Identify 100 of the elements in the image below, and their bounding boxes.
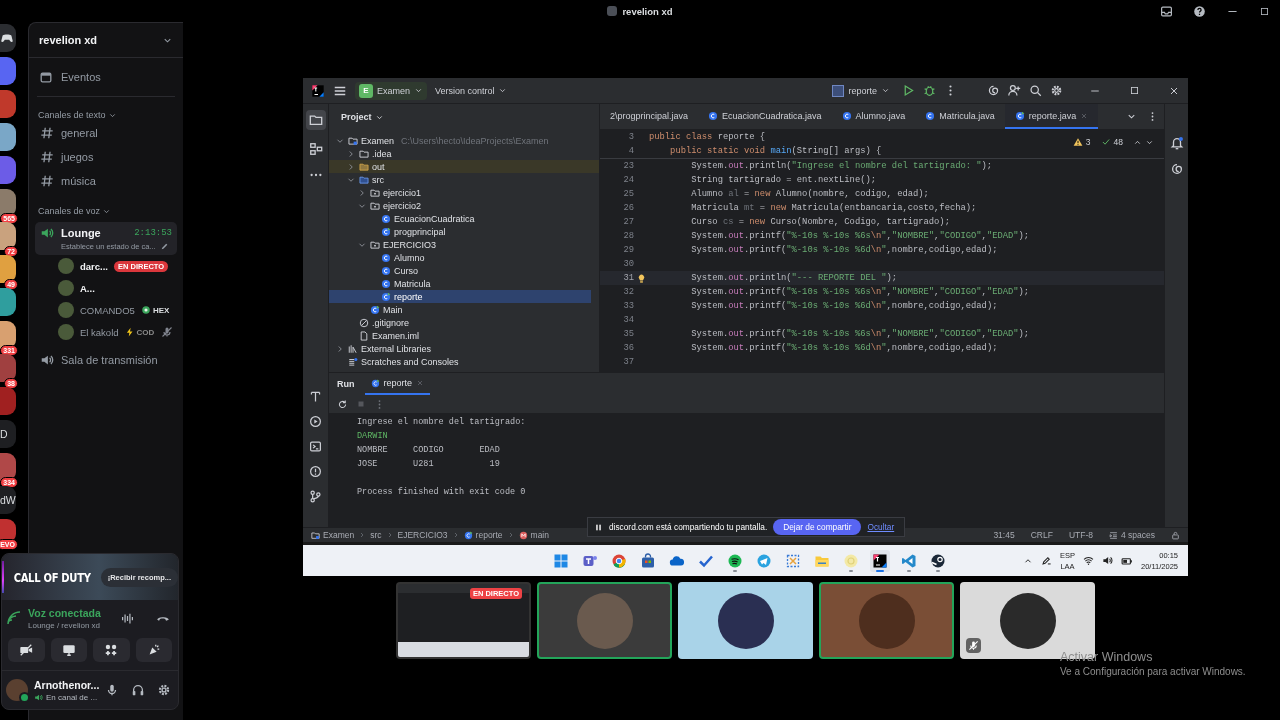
add-user-icon[interactable] [1008, 84, 1021, 97]
play-icon[interactable] [902, 84, 915, 97]
code-line: System.out.printf("%-10s %-10s %6d\n",nombre,codigo,edad); [690, 245, 998, 255]
structure-icon[interactable] [308, 142, 323, 156]
tree-item[interactable]: Scratches and Consoles [329, 355, 599, 368]
tree-item[interactable]: src [329, 173, 599, 186]
status-item[interactable]: 31:45 [993, 530, 1015, 540]
inbox-icon[interactable] [1160, 4, 1173, 18]
lightbulb-icon[interactable] [636, 272, 647, 284]
tree-item[interactable]: progprincipal [329, 225, 599, 238]
user-avatar [58, 280, 74, 296]
tree-item[interactable]: External Libraries [329, 342, 599, 355]
events-link[interactable]: Eventos [35, 67, 177, 87]
breadcrumb-item[interactable]: main [518, 530, 549, 540]
speaker-icon[interactable] [1102, 555, 1113, 566]
text-channel[interactable]: juegos [35, 145, 177, 169]
editor-tab[interactable]: Alumno.java [831, 104, 916, 129]
text-channel[interactable]: música [35, 169, 177, 193]
file-icon [359, 330, 369, 341]
tree-item[interactable]: Matricula [329, 277, 599, 290]
status-item[interactable]: UTF-8 [1068, 530, 1093, 540]
voice-channel[interactable]: Sala de transmisión [35, 349, 177, 379]
taskbar-app[interactable] [870, 549, 890, 572]
soundboard-button[interactable] [135, 638, 172, 662]
bell-icon[interactable] [1169, 136, 1184, 150]
settings-icon[interactable] [157, 683, 172, 697]
run-config-selector[interactable]: reporte [828, 82, 894, 99]
settings-icon[interactable] [1050, 84, 1063, 97]
project-folder-icon[interactable] [308, 113, 323, 127]
project-selector[interactable]: E Examen [355, 81, 428, 100]
maximize-icon[interactable] [1129, 85, 1140, 96]
vcs-menu[interactable]: Version control [435, 85, 507, 96]
pencil-icon[interactable] [159, 242, 169, 251]
panel-title[interactable]: Run [337, 373, 355, 395]
status-item[interactable]: CRLF [1030, 530, 1053, 540]
tree-item[interactable]: EcuacionCuadratica [329, 212, 599, 225]
voice-member[interactable]: COMANDO5 HEX [29, 299, 183, 321]
editor-tab[interactable]: reporte.java [1004, 104, 1099, 129]
ide-icon [872, 552, 888, 569]
problems-icon[interactable] [309, 465, 322, 478]
folder-icon [359, 148, 369, 159]
tree-item[interactable]: Examen C:\Users\hecto\IdeaProjects\Examen [329, 134, 599, 147]
tree-item[interactable]: Alumno [329, 251, 599, 264]
tree-item[interactable]: EJERCICIO3 [329, 238, 599, 251]
controller-icon[interactable] [0, 31, 14, 45]
spiral-icon[interactable] [1169, 162, 1184, 176]
tree-item[interactable]: out [329, 160, 599, 173]
video-tile[interactable] [537, 582, 672, 659]
branch-icon[interactable] [309, 490, 322, 503]
tree-item[interactable]: Examen.iml [329, 329, 599, 342]
code-line: public class reporte { [649, 132, 766, 142]
hide-link[interactable]: Ocultar [867, 522, 895, 532]
tree-item[interactable]: ejercicio2 [329, 199, 599, 212]
server-button[interactable]: D [0, 420, 16, 448]
package-icon [370, 187, 380, 198]
category-header[interactable]: Canales de voz [38, 205, 183, 217]
main-class-icon [370, 304, 380, 315]
tree-item[interactable]: .idea [329, 147, 599, 160]
text-channel[interactable]: general [35, 121, 177, 145]
editor-tab[interactable]: Matricula.java [915, 104, 1005, 129]
headphones-icon[interactable] [131, 683, 146, 697]
help-icon[interactable] [1193, 4, 1206, 18]
tree-item[interactable]: Curso [329, 264, 599, 277]
voice-member[interactable]: A... [29, 277, 183, 299]
tree-item[interactable]: reporte [329, 290, 591, 303]
screen-share-button[interactable] [50, 638, 87, 662]
editor-tab[interactable]: EcuacionCuadratica.java [698, 104, 832, 129]
rerun-icon[interactable] [337, 398, 348, 410]
voice-member[interactable]: El kakold COD [29, 321, 183, 343]
pen-icon[interactable] [1041, 555, 1052, 566]
run-tab[interactable]: reporte [364, 373, 431, 395]
stop-sharing-button[interactable]: Dejar de compartir [773, 519, 862, 535]
lock-icon[interactable] [1171, 530, 1180, 540]
camera-button[interactable] [8, 638, 45, 662]
tree-item[interactable]: .gitignore [329, 316, 599, 329]
breadcrumb-item[interactable]: src [370, 530, 382, 540]
bug-icon[interactable] [923, 84, 936, 97]
tree-item[interactable]: ejercicio1 [329, 186, 599, 199]
panel-title[interactable]: Project [341, 112, 372, 122]
activities-button[interactable] [93, 638, 130, 662]
video-tile[interactable] [819, 582, 954, 659]
video-tile[interactable] [678, 582, 813, 659]
spiral-icon[interactable] [987, 84, 1000, 97]
terminal-icon[interactable] [309, 440, 322, 453]
tree-item[interactable]: Main [329, 303, 599, 316]
editor-tab[interactable]: 2\progprincipal.java [600, 104, 699, 129]
wifi-icon[interactable] [1083, 555, 1094, 566]
letter-t-shape-icon[interactable] [309, 390, 322, 403]
waveform-icon[interactable] [121, 611, 134, 625]
breadcrumb-item[interactable]: reporte [463, 530, 503, 540]
status-item[interactable]: 4 spaces [1108, 530, 1155, 540]
maximize-icon[interactable] [1259, 5, 1270, 17]
indent-icon [1108, 530, 1118, 540]
line-number: 24 [622, 175, 634, 185]
search-icon[interactable] [1029, 84, 1042, 97]
category-header[interactable]: Canales de texto [38, 109, 183, 121]
breadcrumb-item[interactable]: Examen [311, 530, 355, 540]
breadcrumb-item[interactable]: EJERCICIO3 [397, 530, 448, 540]
server-button[interactable]: dW [0, 486, 16, 514]
services-icon[interactable] [309, 415, 322, 428]
